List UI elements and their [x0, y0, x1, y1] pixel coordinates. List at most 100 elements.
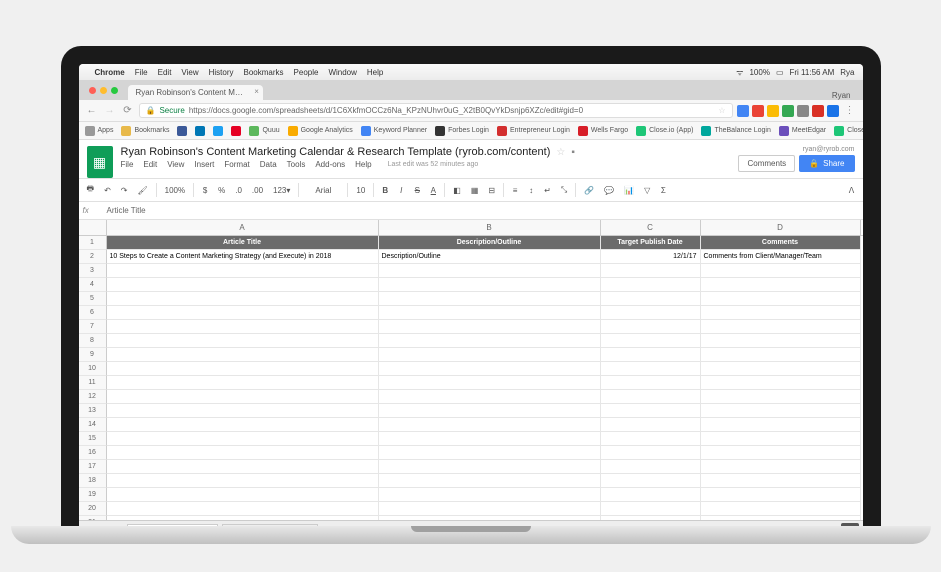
cell[interactable]: Comments — [701, 236, 861, 250]
maximize-window-icon[interactable] — [111, 87, 118, 94]
bookmark-item[interactable] — [195, 126, 205, 136]
cell[interactable] — [107, 460, 379, 474]
link-icon[interactable]: 🔗 — [580, 184, 598, 197]
row-header[interactable]: 15 — [79, 432, 107, 446]
close-window-icon[interactable] — [89, 87, 96, 94]
extension-icon[interactable] — [782, 105, 794, 117]
halign-icon[interactable]: ≡ — [508, 184, 522, 197]
collapse-icon[interactable]: ᐱ — [845, 184, 859, 197]
row-header[interactable]: 8 — [79, 334, 107, 348]
bookmark-analytics[interactable]: Google Analytics — [288, 126, 353, 136]
cell[interactable] — [701, 404, 861, 418]
bookmark-wellsfargo[interactable]: Wells Fargo — [578, 126, 628, 136]
bookmark-folder[interactable]: Bookmarks — [121, 126, 169, 136]
cell[interactable] — [701, 390, 861, 404]
cell[interactable]: Description/Outline — [379, 250, 601, 264]
extension-icon[interactable] — [812, 105, 824, 117]
rotate-icon[interactable]: ⤡ — [557, 183, 571, 197]
cell[interactable] — [601, 432, 701, 446]
cell[interactable] — [701, 264, 861, 278]
last-edit-text[interactable]: Last edit was 52 minutes ago — [388, 161, 479, 168]
bookmark-item[interactable] — [231, 126, 241, 136]
profile-name[interactable]: Ryan — [832, 91, 859, 100]
menu-help[interactable]: Help — [355, 160, 371, 169]
row-header[interactable]: 7 — [79, 320, 107, 334]
cell[interactable] — [107, 474, 379, 488]
cell[interactable] — [601, 516, 701, 520]
cell[interactable] — [701, 362, 861, 376]
cell[interactable] — [601, 390, 701, 404]
fill-color-icon[interactable]: ◧ — [449, 184, 465, 197]
cell[interactable] — [701, 460, 861, 474]
merge-icon[interactable]: ⊟ — [484, 184, 499, 197]
cell[interactable] — [379, 474, 601, 488]
cell[interactable] — [379, 362, 601, 376]
cell[interactable] — [701, 292, 861, 306]
cell[interactable]: Target Publish Date — [601, 236, 701, 250]
row-header[interactable]: 2 — [79, 250, 107, 264]
print-icon[interactable]: 🖶 — [83, 181, 99, 199]
address-bar[interactable]: 🔒 Secure https://docs.google.com/spreads… — [139, 103, 733, 118]
col-header-b[interactable]: B — [379, 220, 601, 235]
select-all-corner[interactable] — [79, 220, 107, 235]
wifi-icon[interactable]: ᯤ — [736, 67, 743, 78]
cell[interactable] — [379, 418, 601, 432]
col-header-d[interactable]: D — [701, 220, 861, 235]
spreadsheet-grid[interactable]: A B C D 1 Article Title Description/Outl… — [79, 220, 863, 520]
row-header[interactable]: 17 — [79, 460, 107, 474]
cell[interactable] — [701, 432, 861, 446]
menu-people[interactable]: People — [294, 68, 319, 77]
decimal-inc-icon[interactable]: .00 — [248, 184, 267, 197]
row-header[interactable]: 16 — [79, 446, 107, 460]
extension-icon[interactable] — [827, 105, 839, 117]
reload-icon[interactable]: ⟳ — [121, 104, 135, 118]
star-icon[interactable]: ☆ — [718, 106, 725, 115]
cell[interactable] — [701, 306, 861, 320]
row-header[interactable]: 6 — [79, 306, 107, 320]
cell[interactable] — [601, 306, 701, 320]
bookmark-closeio[interactable]: Close.io (App) — [636, 126, 693, 136]
star-icon[interactable]: ☆ — [556, 147, 565, 158]
cell[interactable] — [601, 502, 701, 516]
bookmark-entrepreneur[interactable]: Entrepreneur Login — [497, 126, 570, 136]
cell[interactable] — [379, 306, 601, 320]
cell[interactable] — [379, 516, 601, 520]
cell[interactable] — [601, 404, 701, 418]
menu-file[interactable]: File — [135, 68, 148, 77]
decimal-dec-icon[interactable]: .0 — [231, 184, 246, 197]
col-header-a[interactable]: A — [107, 220, 379, 235]
bookmark-closeio2[interactable]: Close.io — [834, 126, 862, 136]
cell[interactable] — [701, 502, 861, 516]
row-header[interactable]: 18 — [79, 474, 107, 488]
cell[interactable] — [601, 474, 701, 488]
cell[interactable] — [379, 292, 601, 306]
bookmark-thebalance[interactable]: TheBalance Login — [701, 126, 770, 136]
cell[interactable] — [379, 278, 601, 292]
menu-edit[interactable]: Edit — [143, 160, 157, 169]
menu-format[interactable]: Format — [224, 160, 249, 169]
user-name[interactable]: Rya — [840, 68, 854, 77]
row-header[interactable]: 19 — [79, 488, 107, 502]
cell[interactable] — [701, 278, 861, 292]
zoom-select[interactable]: 100% — [161, 184, 189, 197]
menu-insert[interactable]: Insert — [194, 160, 214, 169]
more-formats-icon[interactable]: 123▾ — [269, 184, 294, 197]
cell[interactable] — [601, 460, 701, 474]
row-header[interactable]: 5 — [79, 292, 107, 306]
menu-edit[interactable]: Edit — [158, 68, 172, 77]
row-header[interactable]: 14 — [79, 418, 107, 432]
cell[interactable] — [107, 432, 379, 446]
cell[interactable] — [601, 264, 701, 278]
cell[interactable]: Description/Outline — [379, 236, 601, 250]
cell[interactable] — [107, 348, 379, 362]
cell[interactable] — [379, 320, 601, 334]
extension-icon[interactable] — [767, 105, 779, 117]
row-header[interactable]: 1 — [79, 236, 107, 250]
cell[interactable] — [379, 376, 601, 390]
close-tab-icon[interactable]: × — [254, 87, 259, 96]
cell[interactable] — [379, 264, 601, 278]
strike-icon[interactable]: S — [410, 184, 424, 197]
chart-icon[interactable]: 📊 — [620, 184, 638, 197]
currency-icon[interactable]: $ — [198, 184, 212, 197]
cell[interactable] — [379, 432, 601, 446]
